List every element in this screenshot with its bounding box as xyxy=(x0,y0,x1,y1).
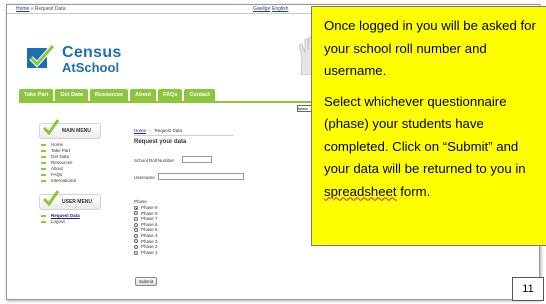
phase-radio-group: Phase 9 Phase 8 Phase 7 Phase 6 Phase 5 … xyxy=(134,205,158,255)
bullet-dash-icon xyxy=(41,144,46,146)
bullet-dash-icon xyxy=(41,215,46,217)
main-content: Home» Request Data Request your data xyxy=(134,128,304,145)
logo-checkmark-icon xyxy=(27,45,55,68)
phase-label: Phase xyxy=(134,199,147,204)
sidebar-item-international[interactable]: International xyxy=(41,178,101,184)
english-language-link[interactable]: English xyxy=(272,6,288,12)
nav-faqs[interactable]: FAQs xyxy=(158,89,183,101)
main-nav: Take Part Get Data Resources About FAQs … xyxy=(19,89,215,101)
breadcrumb-home-link[interactable]: Home xyxy=(134,128,146,133)
callout-spellcheck-word: spreadsheet xyxy=(324,183,397,199)
nav-take-part[interactable]: Take Part xyxy=(19,89,54,101)
radio-icon[interactable] xyxy=(134,250,138,255)
bullet-dash-icon xyxy=(41,174,46,176)
roll-number-label: School Roll Number xyxy=(134,158,175,163)
sidebar-item-label: Logout xyxy=(51,219,65,224)
sidebar-item-logout[interactable]: Logout xyxy=(41,219,101,225)
username-label: Username xyxy=(134,175,155,180)
irish-language-link[interactable]: Gaeilge xyxy=(253,6,270,12)
sidebar-item-label: International xyxy=(51,178,76,183)
callout-paragraph-1: Once logged in you will be asked for you… xyxy=(324,18,536,78)
page-number: 11 xyxy=(512,277,544,301)
radio-icon[interactable] xyxy=(134,233,138,238)
top-breadcrumb-current: Request Data xyxy=(34,6,66,12)
main-menu-list: Home Take Part Get Data Resources About … xyxy=(41,142,101,184)
radio-icon[interactable] xyxy=(134,244,138,249)
bullet-dash-icon xyxy=(41,180,46,182)
bullet-dash-icon xyxy=(41,162,46,164)
user-menu-title: USER MENU xyxy=(62,199,93,205)
breadcrumb: Home» Request Data xyxy=(134,128,304,133)
bullet-dash-icon xyxy=(41,168,46,170)
radio-icon[interactable] xyxy=(134,216,138,221)
user-menu-header: USER MENU xyxy=(39,190,101,210)
divider xyxy=(134,135,234,136)
sidebar: MAIN MENU Home Take Part Get Data Resour… xyxy=(39,119,101,225)
checkmark-icon xyxy=(43,190,59,206)
radio-selected-icon[interactable] xyxy=(134,205,138,210)
radio-icon[interactable] xyxy=(134,228,138,233)
nav-about[interactable]: About xyxy=(130,89,157,101)
roll-number-field[interactable] xyxy=(182,156,212,163)
callout-text-end: form. xyxy=(396,183,431,199)
bullet-dash-icon xyxy=(41,150,46,152)
page-title: Request your data xyxy=(134,139,187,145)
top-breadcrumb: Home » Request Data xyxy=(16,6,65,12)
phase-option-label: Phase 1 xyxy=(141,249,158,255)
username-field[interactable] xyxy=(158,173,244,180)
checkmark-icon xyxy=(43,119,59,135)
breadcrumb-separator: » xyxy=(149,128,152,133)
bullet-dash-icon xyxy=(41,221,46,223)
logo-text-atschool: AtSchool xyxy=(62,60,120,75)
radio-icon[interactable] xyxy=(134,211,138,216)
instruction-callout: Once logged in you will be asked for you… xyxy=(311,6,546,246)
callout-paragraph-2: Select whichever questionnaire (phase) y… xyxy=(324,91,538,204)
top-home-link[interactable]: Home xyxy=(16,6,29,12)
user-menu-list: Request Data Logout xyxy=(41,213,101,225)
breadcrumb-current: Request Data xyxy=(154,128,183,133)
callout-text: Select whichever questionnaire (phase) y… xyxy=(324,93,526,177)
top-breadcrumb-separator: » xyxy=(30,6,34,12)
nav-get-data[interactable]: Get Data xyxy=(55,89,88,101)
nav-resources[interactable]: Resources xyxy=(89,89,129,101)
phase-option[interactable]: Phase 1 xyxy=(134,250,158,256)
radio-icon[interactable] xyxy=(134,222,138,227)
radio-icon[interactable] xyxy=(134,239,138,244)
nav-contact[interactable]: Contact xyxy=(184,89,215,101)
submit-button[interactable]: Submit xyxy=(135,277,157,286)
screenshot-frame: Home » Request Data Gaeilge English Cens… xyxy=(6,4,546,301)
main-menu-title: MAIN MENU xyxy=(62,128,91,134)
main-menu-header: MAIN MENU xyxy=(39,119,101,139)
bullet-dash-icon xyxy=(41,156,46,158)
